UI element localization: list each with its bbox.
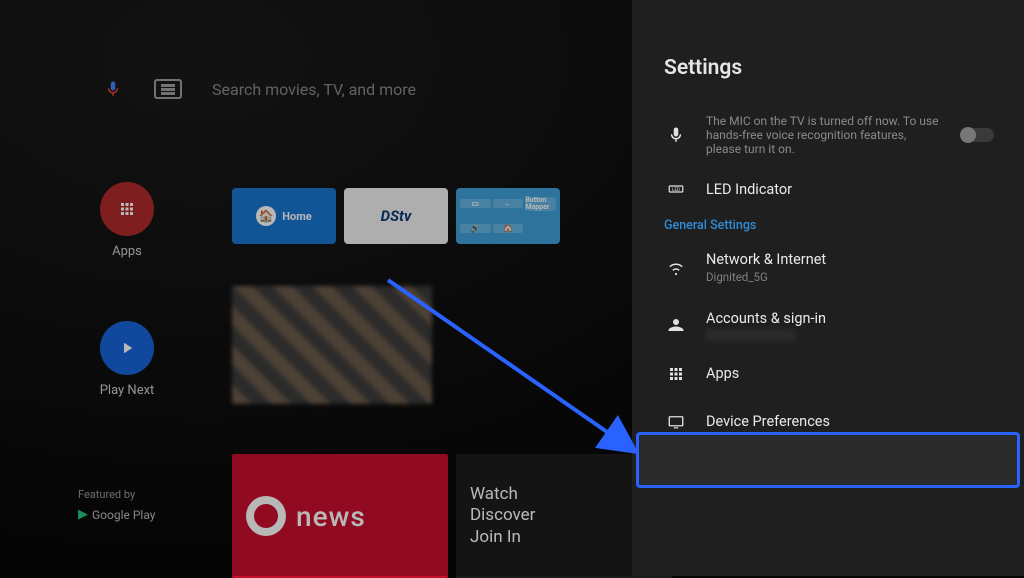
settings-item-accounts[interactable]: Accounts & sign-in [632,298,1024,353]
wifi-icon [664,259,688,277]
settings-panel: Settings The MIC on the TV is turned off… [632,0,1024,576]
settings-item-apps[interactable]: Apps [632,353,1024,395]
tv-icon [664,413,688,431]
settings-item-device-preferences[interactable]: Device Preferences [632,395,1024,449]
mic-icon [664,126,688,144]
led-icon: LED [664,180,688,198]
settings-item-network[interactable]: Network & Internet Dignited_5G [632,239,1024,298]
settings-title: Settings [632,56,1024,102]
settings-section-general: General Settings [632,210,1024,239]
mic-toggle[interactable] [962,128,994,142]
apps-grid-icon [664,365,688,383]
svg-text:LED: LED [672,187,680,193]
account-icon [664,316,688,334]
settings-item-mic-hint[interactable]: The MIC on the TV is turned off now. To … [632,102,1024,168]
settings-item-led[interactable]: LED LED Indicator [632,168,1024,210]
